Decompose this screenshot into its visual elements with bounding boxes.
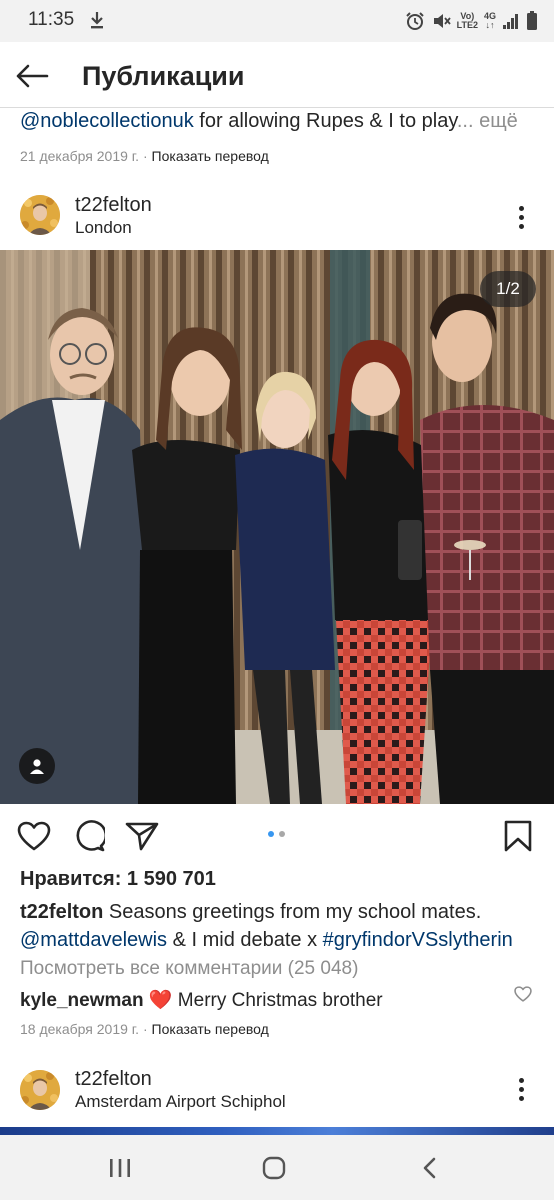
download-icon xyxy=(91,12,103,29)
post-meta: 18 декабря 2019 г. · Показать перевод xyxy=(20,1021,269,1037)
comment-text: Merry Christmas brother xyxy=(172,990,383,1011)
group-photo-image xyxy=(0,250,554,804)
caption-text: for allowing Rupes & I to play xyxy=(193,110,457,132)
next-post-photo-edge xyxy=(0,1127,554,1135)
avatar-image xyxy=(20,195,60,235)
carousel-dot-active xyxy=(268,831,274,837)
carousel-counter: 1/2 xyxy=(480,271,536,307)
post-location[interactable]: London xyxy=(75,218,132,238)
status-time: 11:35 xyxy=(28,9,75,30)
likes-label: Нравится: xyxy=(20,868,122,890)
system-back-button[interactable] xyxy=(410,1151,450,1185)
post-actions xyxy=(0,810,554,862)
post-date: 21 декабря 2019 г. xyxy=(20,148,140,164)
tagged-people-button[interactable] xyxy=(19,748,55,784)
home-icon xyxy=(262,1156,286,1180)
post-header: t22felton London xyxy=(0,186,554,248)
next-post-header: t22felton Amsterdam Airport Schiphol xyxy=(0,1068,554,1130)
previous-post-meta: 21 декабря 2019 г. · Показать перевод xyxy=(20,148,269,164)
arrow-left-icon xyxy=(16,64,49,88)
meta-separator: · xyxy=(139,1021,152,1037)
user-icon xyxy=(30,759,44,774)
likes-count[interactable]: Нравится: 1 590 701 xyxy=(20,868,216,891)
avatar[interactable] xyxy=(20,195,60,235)
like-button[interactable] xyxy=(16,818,52,854)
post-date: 18 декабря 2019 г. xyxy=(20,1021,140,1037)
previous-post-caption: @noblecollectionuk for allowing Rupes & … xyxy=(20,110,540,133)
network-4g-label: 4G ↓↑ xyxy=(483,11,496,30)
comment-username[interactable]: kyle_newman xyxy=(20,990,144,1011)
alarm-icon xyxy=(405,12,424,30)
mute-icon xyxy=(433,14,451,28)
more-options-button[interactable] xyxy=(511,1074,531,1104)
battery-icon xyxy=(527,11,537,30)
caption-more-link[interactable]: ещё xyxy=(474,110,518,132)
caption-username[interactable]: t22felton xyxy=(20,901,103,923)
back-button[interactable] xyxy=(10,54,54,98)
caption-mention-link[interactable]: @mattdavelewis xyxy=(20,929,167,951)
share-button[interactable] xyxy=(124,818,160,854)
status-bar: 11:35 Vo) LTE2 4G ↓↑ xyxy=(0,0,554,42)
comment-row: kyle_newman ❤️ Merry Christmas brother xyxy=(20,988,383,1012)
top-app-bar: Публикации xyxy=(0,42,554,108)
post-location[interactable]: Amsterdam Airport Schiphol xyxy=(75,1092,286,1112)
chevron-left-icon xyxy=(423,1157,436,1179)
likes-value: 1 590 701 xyxy=(126,868,216,890)
comment-button[interactable] xyxy=(71,818,107,854)
dot-icon xyxy=(518,1086,524,1092)
dot-icon xyxy=(518,205,524,211)
home-button[interactable] xyxy=(254,1151,294,1185)
page-title: Публикации xyxy=(82,61,245,91)
caption-hashtag-link[interactable]: #gryfindorVSslytherin xyxy=(323,929,513,951)
recent-apps-button[interactable] xyxy=(100,1151,140,1185)
network-label: Vo) LTE2 xyxy=(456,11,478,30)
caption-ellipsis: ... xyxy=(456,110,474,132)
post-photo[interactable] xyxy=(0,250,554,804)
heart-icon xyxy=(514,986,532,1002)
dot-icon xyxy=(518,1077,524,1083)
avatar[interactable] xyxy=(20,1070,60,1110)
recent-apps-icon xyxy=(110,1159,130,1177)
system-navigation-bar xyxy=(0,1135,554,1200)
caption-mention-link[interactable]: @noblecollectionuk xyxy=(20,110,194,132)
post-username[interactable]: t22felton xyxy=(75,194,152,217)
dot-icon xyxy=(518,1095,524,1101)
show-translation-link[interactable]: Показать перевод xyxy=(152,148,269,164)
meta-separator: · xyxy=(139,148,152,164)
more-options-button[interactable] xyxy=(511,202,531,232)
comment-like-button[interactable] xyxy=(514,986,534,1006)
dot-icon xyxy=(518,214,524,220)
caption-text: Seasons greetings from my school mates. xyxy=(103,901,482,923)
carousel-dot xyxy=(279,831,285,837)
dot-icon xyxy=(518,223,524,229)
heart-emoji: ❤️ xyxy=(148,990,173,1011)
caption-middle-text: & I mid debate x xyxy=(167,929,323,951)
save-button[interactable] xyxy=(500,818,536,854)
heart-icon xyxy=(17,821,51,851)
signal-icon xyxy=(503,14,518,29)
post-caption: t22felton Seasons greetings from my scho… xyxy=(20,898,540,954)
post-username[interactable]: t22felton xyxy=(75,1068,152,1091)
show-translation-link[interactable]: Показать перевод xyxy=(152,1021,269,1037)
view-all-comments-link[interactable]: Посмотреть все комментарии (25 048) xyxy=(20,958,358,980)
avatar-image xyxy=(20,1070,60,1110)
bookmark-icon xyxy=(504,820,532,852)
comment-icon xyxy=(76,820,105,852)
paper-plane-icon xyxy=(125,822,159,851)
